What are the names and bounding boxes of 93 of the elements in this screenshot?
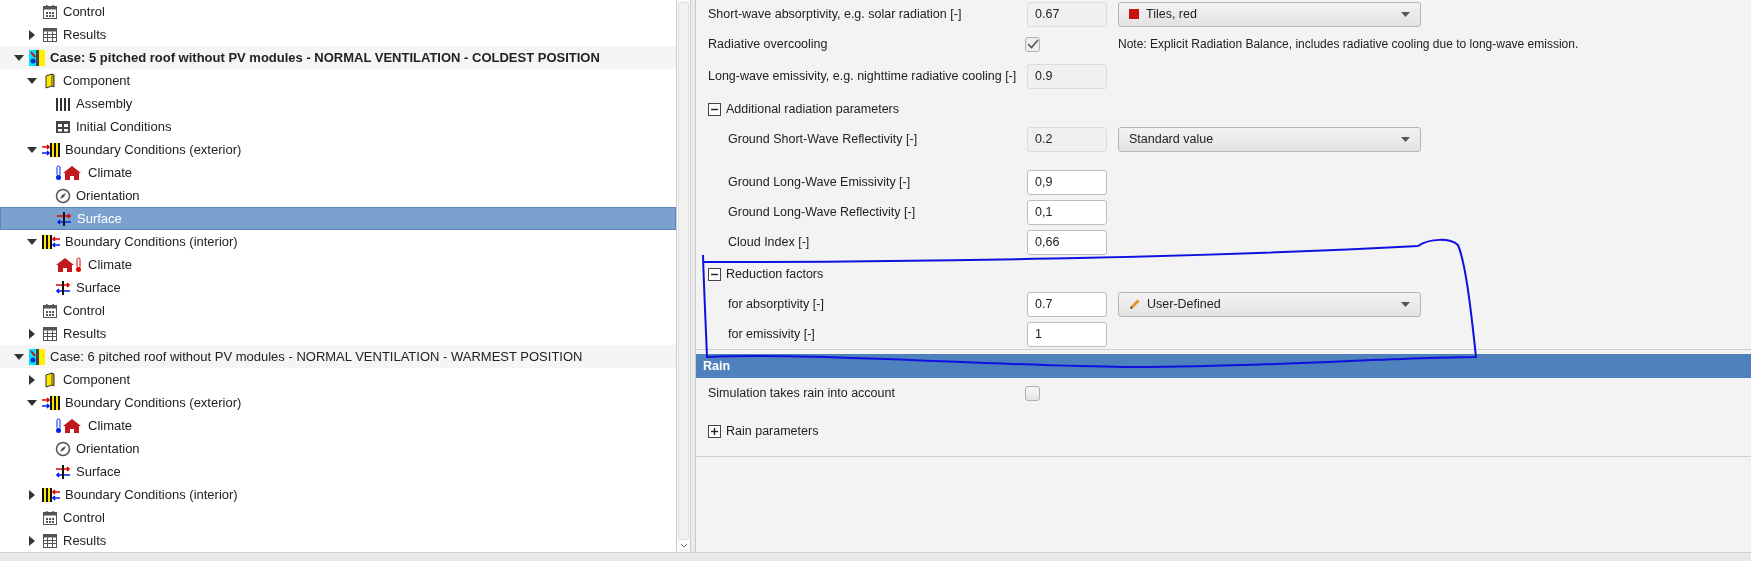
expand-toggle[interactable] <box>29 374 35 385</box>
expand-toggle[interactable] <box>29 29 35 40</box>
expand-toggle[interactable] <box>27 399 37 406</box>
dropdown[interactable]: User-Defined <box>1118 291 1421 317</box>
book-icon <box>42 72 58 89</box>
grid-icon <box>55 118 71 135</box>
field-label: Ground Long-Wave Emissivity [-] <box>728 175 912 189</box>
tree-item[interactable]: Control <box>0 299 676 322</box>
tree-item[interactable]: Surface <box>0 460 676 483</box>
checkbox[interactable] <box>1025 36 1040 52</box>
value-field[interactable]: 0,9 <box>1027 169 1107 195</box>
tree-item[interactable]: Control <box>0 506 676 529</box>
boundary-icon <box>42 141 60 158</box>
collapse-icon[interactable] <box>708 267 721 281</box>
dropdown[interactable]: Standard value <box>1118 126 1421 152</box>
field-label: Simulation takes rain into account <box>708 386 896 400</box>
thermometer-house-icon <box>55 164 83 181</box>
value-field[interactable]: 0,66 <box>1027 229 1107 255</box>
expand-toggle[interactable] <box>27 77 37 84</box>
calendar-icon <box>42 509 58 526</box>
tree-item[interactable]: Initial Conditions <box>0 115 676 138</box>
caret-icon <box>1401 11 1410 17</box>
tree-item[interactable]: Climate <box>0 414 676 437</box>
tree-item[interactable]: Boundary Conditions (interior) <box>0 230 676 253</box>
tree-item[interactable]: Component <box>0 69 676 92</box>
pencil-icon <box>1129 298 1141 310</box>
field-label: Short-wave absorptivity, e.g. solar radiation [-] <box>708 7 963 21</box>
value-field[interactable]: 0,1 <box>1027 199 1107 225</box>
tree-item[interactable]: Case: 6 pitched roof without PV modules - NORMAL VENTILATION - WARMEST POSITION <box>0 345 676 368</box>
section-title: Reduction factors <box>726 267 824 281</box>
tree-item[interactable]: Boundary Conditions (interior) <box>0 483 676 506</box>
tree-item[interactable]: Results <box>0 529 676 552</box>
section-title: Rain parameters <box>726 424 819 438</box>
field-label: Radiative overcooling <box>708 37 829 51</box>
caret-icon <box>1401 301 1410 307</box>
compass-icon <box>55 187 71 204</box>
tree-item[interactable]: Results <box>0 322 676 345</box>
field-label: for emissivity [-] <box>728 327 816 341</box>
expand-toggle[interactable] <box>27 146 37 153</box>
boundary-icon <box>42 233 60 250</box>
field-label: Ground Short-Wave Reflectivity [-] <box>728 132 919 146</box>
case-icon <box>29 49 45 66</box>
dropdown[interactable]: Tiles, red <box>1118 1 1421 27</box>
tree-item[interactable]: Orientation <box>0 184 676 207</box>
section-header: Rain <box>696 354 1751 378</box>
tree-item[interactable]: Case: 5 pitched roof without PV modules - NORMAL VENTILATION - COLDEST POSITION <box>0 46 676 69</box>
value-field[interactable]: 0.2 <box>1027 126 1107 152</box>
surface-icon <box>55 463 71 480</box>
field-label: Ground Long-Wave Reflectivity [-] <box>728 205 917 219</box>
scroll-down-icon[interactable] <box>679 543 688 549</box>
tree-item[interactable]: Results <box>0 23 676 46</box>
surface-icon <box>56 210 72 227</box>
tree-item[interactable]: Boundary Conditions (exterior) <box>0 391 676 414</box>
expand-toggle[interactable] <box>29 535 35 546</box>
tree-item[interactable]: Climate <box>0 161 676 184</box>
expand-toggle[interactable] <box>29 489 35 500</box>
surface-icon <box>55 279 71 296</box>
thermometer-house-icon <box>55 417 83 434</box>
book-icon <box>42 371 58 388</box>
table-icon <box>42 325 58 342</box>
field-label: Long-wave emissivity, e.g. nighttime radiative cooling [-] <box>708 69 1018 83</box>
calendar-icon <box>42 3 58 20</box>
tree-item[interactable]: Assembly <box>0 92 676 115</box>
compass-icon <box>55 440 71 457</box>
tree-item[interactable]: Component <box>0 368 676 391</box>
value-field[interactable]: 0.9 <box>1027 63 1107 89</box>
boundary-icon <box>42 394 60 411</box>
note-text: Note: Explicit Radiation Balance, includes radiative cooling due to long-wave emission. <box>1118 37 1579 51</box>
value-field[interactable]: 1 <box>1027 321 1107 347</box>
field-label: Cloud Index [-] <box>728 235 811 249</box>
tree-item[interactable]: Climate <box>0 253 676 276</box>
table-icon <box>42 532 58 549</box>
tree-item[interactable]: Control <box>0 0 676 23</box>
value-field[interactable]: 0.7 <box>1027 291 1107 317</box>
section-title: Additional radiation parameters <box>726 102 900 116</box>
scrollbar[interactable] <box>676 0 691 552</box>
tree-item[interactable]: Surface <box>0 276 676 299</box>
color-swatch-icon <box>1129 9 1139 19</box>
collapse-icon[interactable] <box>708 102 721 116</box>
field-label: for absorptivity [-] <box>728 297 825 311</box>
caret-icon <box>1401 136 1410 142</box>
layers-icon <box>55 95 71 112</box>
value-field[interactable]: 0.67 <box>1027 1 1107 27</box>
calendar-icon <box>42 302 58 319</box>
table-icon <box>42 26 58 43</box>
case-icon <box>29 348 45 365</box>
house-thermometer-icon <box>55 256 83 273</box>
expand-icon[interactable] <box>708 424 721 438</box>
tree-item[interactable]: Orientation <box>0 437 676 460</box>
tree-item[interactable]: Boundary Conditions (exterior) <box>0 138 676 161</box>
expand-toggle[interactable] <box>29 328 35 339</box>
checkbox[interactable] <box>1025 385 1040 401</box>
boundary-icon <box>42 486 60 503</box>
